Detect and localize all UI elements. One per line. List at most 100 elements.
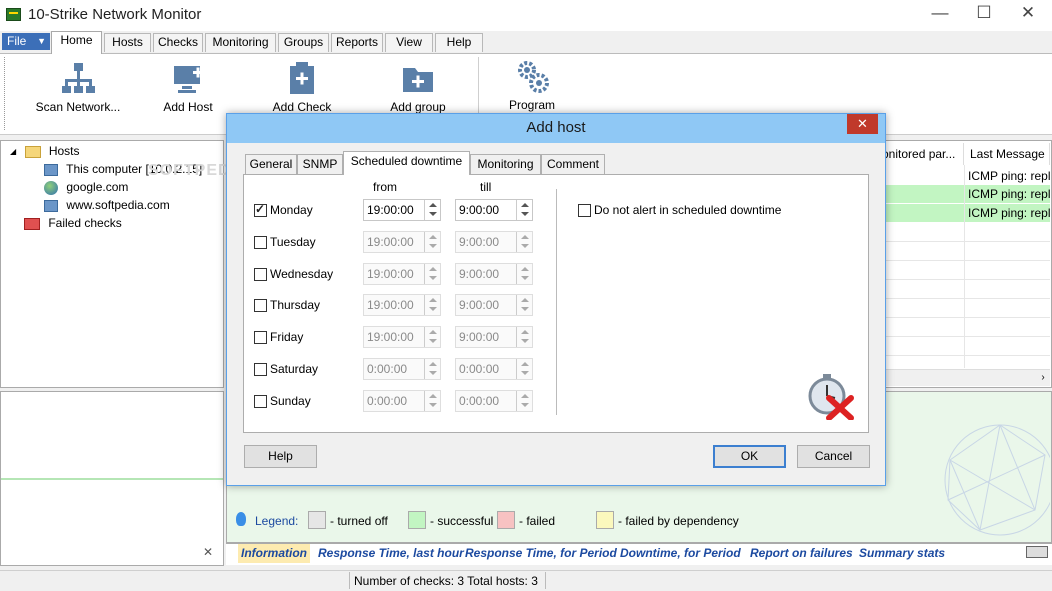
time-from-input[interactable]: 0:00:00: [363, 390, 441, 412]
time-value: 0:00:00: [367, 362, 408, 376]
tab-groups[interactable]: Groups: [278, 33, 329, 52]
tree-item[interactable]: google.com: [44, 178, 128, 196]
time-till-input[interactable]: 9:00:00: [455, 263, 533, 285]
tab-view[interactable]: View: [385, 33, 433, 52]
time-from-input[interactable]: 0:00:00: [363, 358, 441, 380]
spinner-arrows-icon[interactable]: [424, 327, 440, 347]
add-group-button[interactable]: Add group: [380, 60, 456, 114]
column-header-last-message[interactable]: Last Message: [964, 143, 1050, 165]
dialog-tab-scheduled-downtime[interactable]: Scheduled downtime: [343, 151, 470, 175]
spinner-arrows-icon[interactable]: [424, 359, 440, 379]
time-till-input[interactable]: 0:00:00: [455, 390, 533, 412]
dialog-tab-comment[interactable]: Comment: [541, 154, 605, 174]
time-value: 9:00:00: [459, 330, 500, 344]
legend-label-failed-dependency: - failed by dependency: [618, 514, 739, 528]
tab-reports[interactable]: Reports: [331, 33, 383, 52]
grid-line: [882, 336, 1050, 337]
time-till-input[interactable]: 9:00:00: [455, 231, 533, 253]
collapse-arrow-icon[interactable]: ◢: [10, 143, 16, 161]
time-till-input[interactable]: 9:00:00: [455, 294, 533, 316]
spinner-arrows-icon[interactable]: [516, 391, 532, 411]
tab-checks[interactable]: Checks: [153, 33, 203, 52]
program-button[interactable]: Program: [496, 58, 568, 112]
time-from-input[interactable]: 19:00:00: [363, 294, 441, 316]
tab-monitoring[interactable]: Monitoring: [205, 33, 276, 52]
day-checkbox-saturday[interactable]: [254, 363, 267, 376]
globe-icon: [44, 180, 58, 195]
add-host-button[interactable]: Add Host: [150, 60, 226, 114]
close-window-button[interactable]: ✕: [1008, 2, 1048, 26]
spinner-arrows-icon[interactable]: [516, 359, 532, 379]
dialog-tab-general[interactable]: General: [245, 154, 297, 174]
spinner-arrows-icon[interactable]: [516, 327, 532, 347]
spinner-arrows-icon[interactable]: [516, 264, 532, 284]
scan-network-label: Scan Network...: [35, 100, 121, 114]
time-till-input[interactable]: 0:00:00: [455, 358, 533, 380]
column-header-monitored[interactable]: onitored par...: [876, 143, 964, 165]
failed-folder-icon: [24, 217, 40, 230]
tab-report-failures[interactable]: Report on failures: [747, 544, 856, 563]
time-from-input[interactable]: 19:00:00: [363, 231, 441, 253]
add-check-button[interactable]: Add Check: [262, 60, 342, 114]
time-till-input[interactable]: 9:00:00: [455, 199, 533, 221]
tab-response-time-last-hour[interactable]: Response Time, last hour: [315, 544, 467, 563]
day-checkbox-thursday[interactable]: [254, 299, 267, 312]
file-menu-button[interactable]: File ▼: [2, 33, 50, 50]
spinner-arrows-icon[interactable]: [424, 391, 440, 411]
till-column-header: till: [480, 180, 492, 194]
day-checkbox-wednesday[interactable]: [254, 268, 267, 281]
spinner-arrows-icon[interactable]: [424, 264, 440, 284]
scan-network-button[interactable]: Scan Network...: [30, 60, 126, 114]
day-checkbox-friday[interactable]: [254, 331, 267, 344]
grid-cell-message: ICMP ping: repl: [964, 185, 1050, 203]
tab-downtime-period[interactable]: Downtime, for Period: [617, 544, 744, 563]
stopwatch-cancel-icon: [808, 374, 854, 420]
day-label: Thursday: [270, 298, 321, 312]
cancel-button[interactable]: Cancel: [797, 445, 870, 468]
dialog-tab-monitoring[interactable]: Monitoring: [470, 154, 541, 174]
tab-home[interactable]: Home: [51, 31, 102, 54]
time-value: 9:00:00: [459, 235, 500, 249]
time-from-input[interactable]: 19:00:00: [363, 263, 441, 285]
no-alert-checkbox[interactable]: [578, 204, 591, 217]
spinner-arrows-icon[interactable]: [424, 295, 440, 315]
spinner-arrows-icon[interactable]: [516, 295, 532, 315]
tab-response-time-period[interactable]: Response Time, for Period: [462, 544, 620, 563]
tab-scroll-arrows-icon[interactable]: [1026, 546, 1048, 558]
time-from-input[interactable]: 19:00:00: [363, 326, 441, 348]
ok-button[interactable]: OK: [713, 445, 786, 468]
tree-node-failed[interactable]: Failed checks: [24, 214, 122, 232]
day-checkbox-sunday[interactable]: [254, 395, 267, 408]
tab-information[interactable]: Information: [238, 544, 310, 563]
tab-help[interactable]: Help: [435, 33, 483, 52]
grid-line: [882, 241, 1050, 242]
spinner-arrows-icon[interactable]: [516, 232, 532, 252]
time-from-input[interactable]: 19:00:00: [363, 199, 441, 221]
status-separator: [349, 572, 350, 589]
day-checkbox-monday[interactable]: [254, 202, 267, 217]
dialog-close-button[interactable]: ✕: [847, 114, 878, 134]
tree-node-hosts[interactable]: ◢ Hosts: [10, 142, 80, 160]
tab-hosts[interactable]: Hosts: [104, 33, 151, 52]
tree-item[interactable]: www.softpedia.com: [44, 196, 170, 214]
add-host-label: Add Host: [163, 100, 213, 114]
day-checkbox-tuesday[interactable]: [254, 236, 267, 249]
add-check-label: Add Check: [272, 100, 332, 114]
spinner-arrows-icon[interactable]: [424, 200, 440, 220]
add-group-label: Add group: [390, 100, 446, 114]
spinner-arrows-icon[interactable]: [516, 200, 532, 220]
close-panel-icon[interactable]: ✕: [203, 545, 213, 559]
scroll-right-icon[interactable]: ›: [1036, 369, 1050, 386]
add-host-icon: [170, 60, 206, 96]
dialog-tab-snmp[interactable]: SNMP: [297, 154, 343, 174]
time-value: 0:00:00: [367, 394, 408, 408]
tab-summary-stats[interactable]: Summary stats: [856, 544, 948, 563]
time-till-input[interactable]: 9:00:00: [455, 326, 533, 348]
minimize-button[interactable]: —: [920, 2, 960, 26]
maximize-button[interactable]: ☐: [964, 2, 1004, 26]
window-title: 10-Strike Network Monitor: [28, 6, 202, 23]
horizontal-scrollbar[interactable]: [882, 369, 1050, 386]
spinner-arrows-icon[interactable]: [424, 232, 440, 252]
grid-cell-status: [882, 185, 964, 203]
help-button[interactable]: Help: [244, 445, 317, 468]
